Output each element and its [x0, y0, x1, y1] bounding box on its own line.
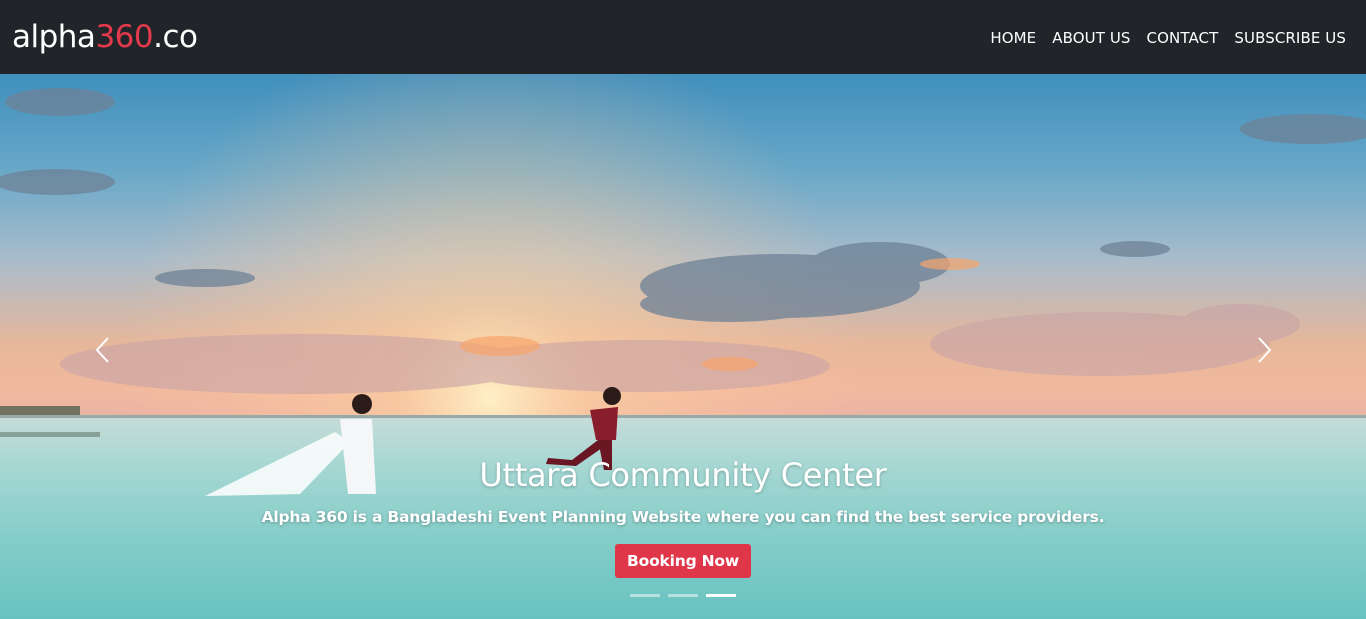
chevron-left-icon [95, 337, 109, 363]
carousel-prev-button[interactable] [88, 332, 118, 368]
carousel-indicator-3[interactable] [706, 594, 736, 597]
navbar: alpha 360 .co HOME ABOUT US CONTACT SUBSCR… [0, 0, 1366, 74]
nav-home[interactable]: HOME [990, 29, 1036, 47]
nav-about-us[interactable]: ABOUT US [1052, 29, 1130, 47]
chevron-right-icon [1258, 337, 1272, 363]
carousel-next-button[interactable] [1249, 332, 1279, 368]
brand-suffix: .co [153, 19, 198, 55]
hero-carousel: Uttara Community Center Alpha 360 is a B… [0, 74, 1366, 619]
carousel-caption: Uttara Community Center Alpha 360 is a B… [0, 456, 1366, 578]
nav-subscribe-us[interactable]: SUBSCRIBE US [1234, 29, 1346, 47]
brand-logo[interactable]: alpha 360 .co [12, 19, 198, 55]
hero-description: Alpha 360 is a Bangladeshi Event Plannin… [261, 508, 1105, 526]
brand-accent: 360 [95, 19, 154, 55]
carousel-indicators [0, 594, 1366, 597]
nav-contact[interactable]: CONTACT [1147, 29, 1219, 47]
hero-title: Uttara Community Center [479, 456, 887, 494]
carousel-indicator-2[interactable] [668, 594, 698, 597]
nav-links: HOME ABOUT US CONTACT SUBSCRIBE US [990, 28, 1346, 47]
brand-prefix: alpha [12, 19, 96, 55]
carousel-indicator-1[interactable] [630, 594, 660, 597]
booking-now-button[interactable]: Booking Now [615, 544, 751, 578]
